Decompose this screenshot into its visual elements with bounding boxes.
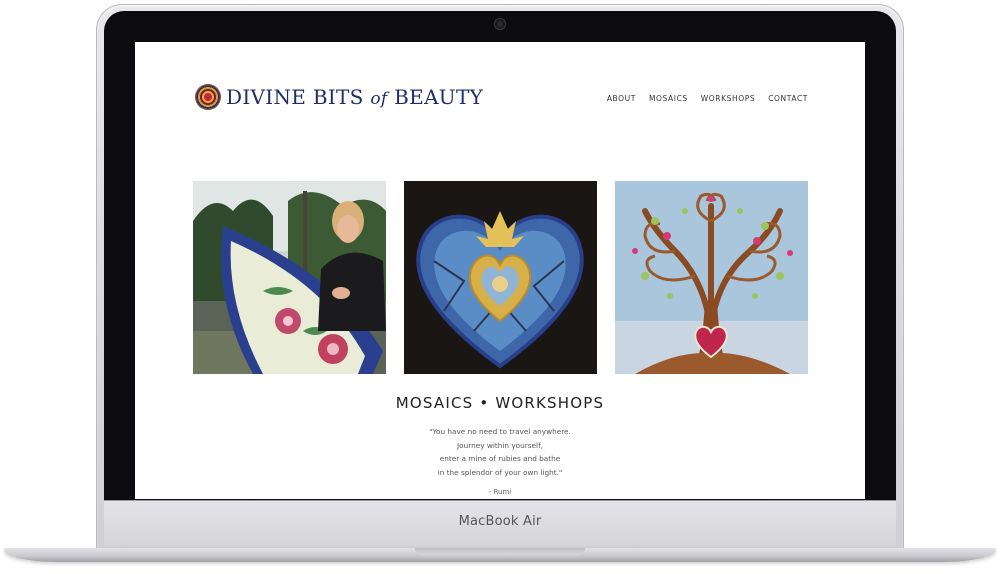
site-logo-text: DIVINE BITS of BEAUTY <box>226 85 483 109</box>
artist-surfboard-image <box>193 181 386 374</box>
nav-link-about[interactable]: ABOUT <box>607 94 636 103</box>
main-nav: ABOUT MOSAICS WORKSHOPS CONTACT <box>607 94 808 103</box>
logo-word-2: BEAUTY <box>394 85 484 109</box>
gallery-image-heart[interactable] <box>404 181 597 374</box>
nav-link-workshops[interactable]: WORKSHOPS <box>701 94 755 103</box>
logo-word-of: of <box>370 89 388 109</box>
section-heading: MOSAICS • WORKSHOPS <box>395 394 605 412</box>
mosaic-medallion-icon <box>196 85 220 109</box>
site-logo[interactable]: DIVINE BITS of BEAUTY <box>196 85 483 109</box>
sacred-heart-image <box>404 181 597 374</box>
lid-notch <box>415 548 585 555</box>
gallery-image-tree[interactable] <box>615 181 808 374</box>
nav-link-mosaics[interactable]: MOSAICS <box>649 94 688 103</box>
website-screen: DIVINE BITS of BEAUTY ABOUT MOSAICS WORK… <box>135 42 865 499</box>
logo-word-1: DIVINE BITS <box>226 85 364 109</box>
quote-attribution: - Rumi <box>488 488 512 496</box>
tree-of-life-image <box>615 181 808 374</box>
quote-line: in the splendor of your own light." <box>437 467 563 477</box>
webcam-icon <box>495 19 505 29</box>
quote-line: "You have no need to travel anywhere. <box>429 427 571 436</box>
gallery-image-artist[interactable] <box>193 181 386 374</box>
device-brand-label: MacBook Air <box>458 514 542 529</box>
quote-line: Journey within yourself, <box>457 440 543 450</box>
rumi-quote: "You have no need to travel anywhere. Jo… <box>135 425 865 479</box>
nav-link-contact[interactable]: CONTACT <box>768 94 808 103</box>
quote-line: enter a mine of rubies and bathe <box>439 454 561 464</box>
